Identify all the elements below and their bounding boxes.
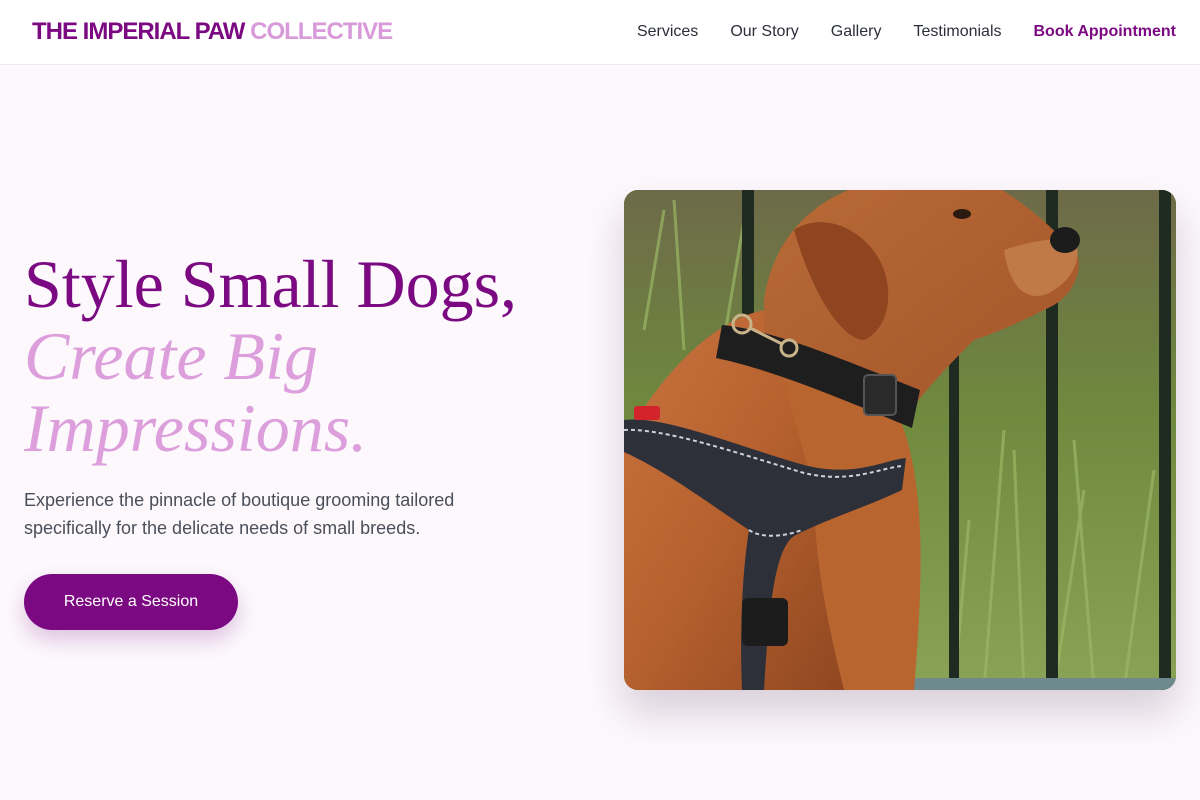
dog-illustration xyxy=(624,190,1176,690)
nav-item-our-story[interactable]: Our Story xyxy=(730,23,798,41)
headline-line-1: Style Small Dogs, xyxy=(24,246,518,322)
nav-item-services[interactable]: Services xyxy=(637,23,698,41)
hero-dog-image xyxy=(624,190,1176,690)
site-header: THE IMPERIAL PAW COLLECTIVE Services Our… xyxy=(0,0,1200,65)
brand-name-primary: THE IMPERIAL PAW xyxy=(32,18,245,45)
reserve-session-button[interactable]: Reserve a Session xyxy=(24,574,238,630)
main-nav: Services Our Story Gallery Testimonials … xyxy=(605,23,1176,41)
book-appointment-link[interactable]: Book Appointment xyxy=(1034,23,1177,41)
nav-item-gallery[interactable]: Gallery xyxy=(831,23,882,41)
hero-headline: Style Small Dogs, Create Big Impressions… xyxy=(24,248,584,464)
nav-item-testimonials[interactable]: Testimonials xyxy=(913,23,1001,41)
headline-line-2: Create Big Impressions. xyxy=(24,318,368,466)
hero-subtext: Experience the pinnacle of boutique groo… xyxy=(24,490,455,538)
brand-name-secondary: COLLECTIVE xyxy=(250,18,393,45)
brand-logo[interactable]: THE IMPERIAL PAW COLLECTIVE xyxy=(32,18,393,46)
hero-text: Style Small Dogs, Create Big Impressions… xyxy=(24,248,584,630)
